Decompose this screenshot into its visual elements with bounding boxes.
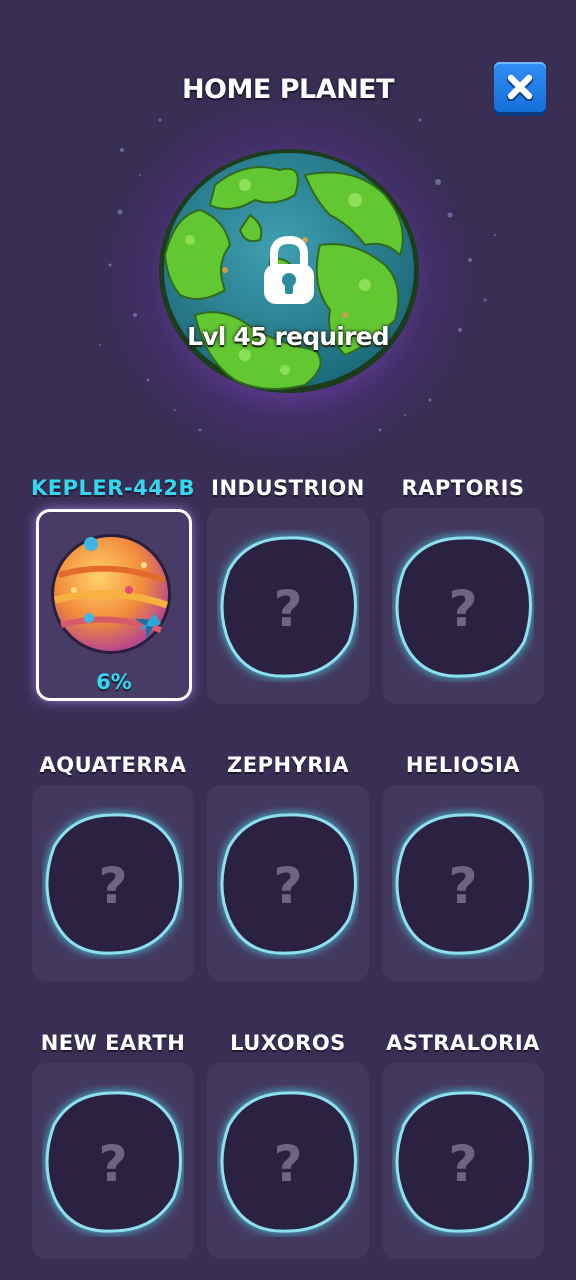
unknown-planet-slot: ? <box>45 1091 182 1233</box>
lock-icon <box>264 235 314 304</box>
svg-text:?: ? <box>448 857 477 915</box>
planet-card-locked[interactable]: ? <box>382 785 544 981</box>
unknown-planet-slot: ? <box>45 813 182 955</box>
unknown-planet-slot: ? <box>220 813 357 955</box>
svg-text:?: ? <box>273 1135 302 1193</box>
planet-name: HELIOSIA <box>405 753 521 777</box>
planet-select-screen: HOME PLANET <box>0 0 576 1280</box>
planet-name: INDUSTRION <box>211 476 365 500</box>
planet-card-locked[interactable]: ? <box>382 1063 544 1259</box>
close-icon <box>507 74 533 101</box>
planet-card-locked[interactable]: ? <box>207 785 369 981</box>
unknown-planet-slot: ? <box>220 536 357 678</box>
planet-name: NEW EARTH <box>40 1031 186 1055</box>
level-requirement: Lvl 45 required <box>187 322 390 351</box>
svg-text:?: ? <box>98 1135 127 1193</box>
svg-text:?: ? <box>448 580 477 638</box>
svg-text:?: ? <box>98 857 127 915</box>
svg-text:?: ? <box>273 580 302 638</box>
planet-card-locked[interactable]: ? <box>207 1063 369 1259</box>
planet-name: KEPLER-442B <box>31 476 195 500</box>
planet-card-locked[interactable]: ? <box>32 1063 194 1259</box>
planet-card-locked[interactable]: ? <box>207 508 369 704</box>
planet-name: RAPTORIS <box>401 476 525 500</box>
planet-card-kepler[interactable]: 6% <box>36 509 192 701</box>
planet-name: LUXOROS <box>230 1031 346 1055</box>
svg-text:?: ? <box>273 857 302 915</box>
unknown-planet-slot: ? <box>395 536 532 678</box>
planet-card-locked[interactable]: ? <box>382 508 544 704</box>
planet-name: ASTRALORIA <box>386 1031 540 1055</box>
planet-progress: 6% <box>96 670 132 694</box>
close-button[interactable] <box>494 62 546 112</box>
unknown-planet-slot: ? <box>395 813 532 955</box>
planet-card-locked[interactable]: ? <box>32 785 194 981</box>
planet-name: ZEPHYRIA <box>227 753 349 777</box>
kepler-planet-image <box>51 534 171 654</box>
unknown-planet-slot: ? <box>395 1091 532 1233</box>
svg-text:?: ? <box>448 1135 477 1193</box>
planet-name: AQUATERRA <box>39 753 187 777</box>
unknown-planet-slot: ? <box>220 1091 357 1233</box>
